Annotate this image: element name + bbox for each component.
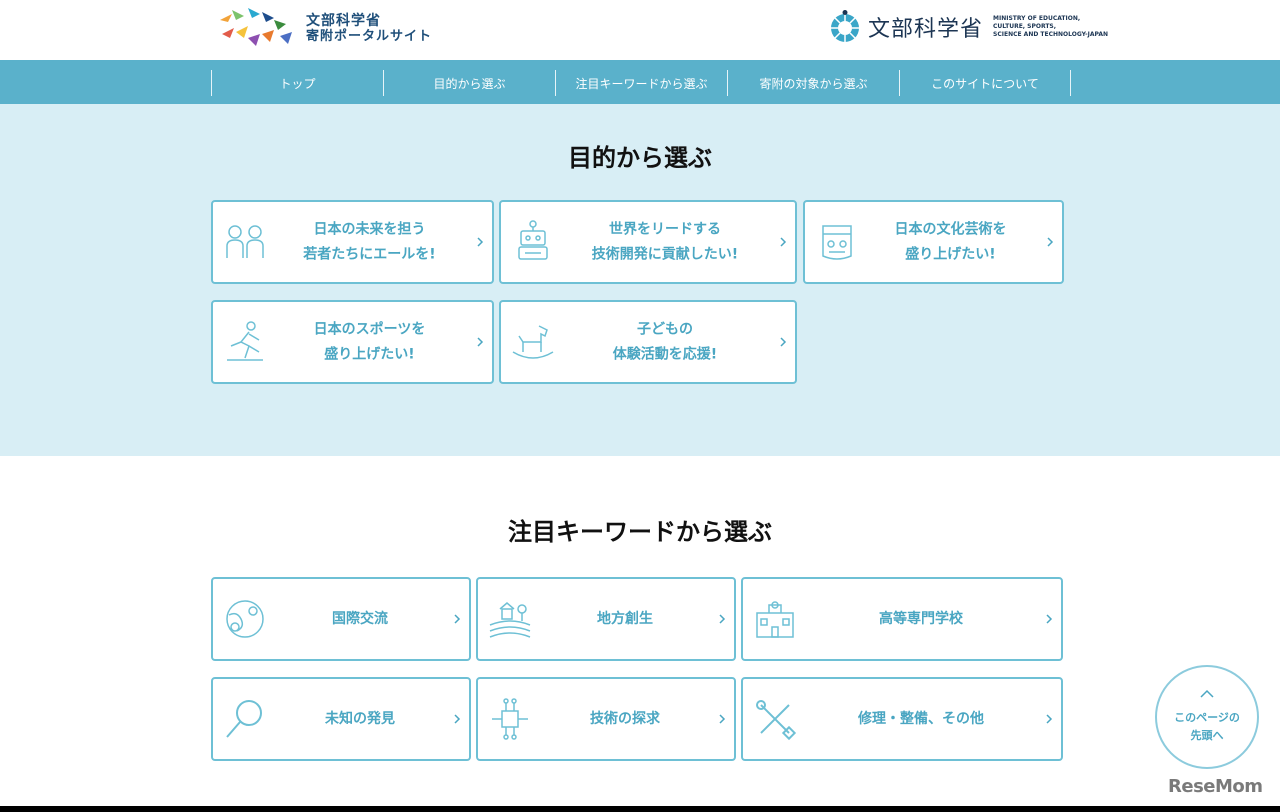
purpose-card-label: 日本のスポーツを 盛り上げたい! bbox=[269, 318, 470, 367]
purpose-card-technology[interactable]: 世界をリードする 技術開発に貢献したい! bbox=[499, 200, 797, 284]
purpose-card-line1: 日本の文化芸術を bbox=[894, 221, 1007, 238]
rocking-horse-icon bbox=[512, 325, 554, 359]
portal-logo-line2: 寄附ポータルサイト bbox=[306, 28, 433, 44]
keyword-card-discovery[interactable]: 未知の発見 bbox=[211, 677, 471, 761]
mext-logo-en-line1: MINISTRY OF EDUCATION, bbox=[993, 14, 1081, 22]
bottom-border bbox=[0, 806, 1280, 812]
robot-icon bbox=[518, 220, 548, 260]
purpose-card-line2: 技術開発に貢献したい! bbox=[591, 246, 739, 262]
back-to-top-line2: 先頭へ bbox=[1190, 729, 1224, 742]
portal-logo[interactable]: 文部科学省 寄附ポータルサイト bbox=[218, 6, 432, 52]
keyword-card-regional[interactable]: 地方創生 bbox=[476, 577, 736, 661]
nav-item-by-target[interactable]: 寄附の対象から選ぶ bbox=[727, 70, 899, 96]
chevron-right-icon bbox=[477, 337, 484, 347]
purpose-card-line2: 若者たちにエールを! bbox=[303, 246, 436, 262]
culture-icon bbox=[822, 225, 852, 260]
back-to-top-label: このページの 先頭へ bbox=[1174, 709, 1240, 744]
chevron-right-icon bbox=[1046, 614, 1053, 624]
mext-emblem-icon bbox=[831, 10, 859, 42]
mext-logo-en-line2: CULTURE, SPORTS, bbox=[993, 22, 1057, 30]
nav-item-about[interactable]: このサイトについて bbox=[899, 70, 1071, 96]
portal-logo-line1: 文部科学省 bbox=[306, 13, 381, 30]
mext-logo[interactable]: 文部科学省 MINISTRY OF EDUCATION, CULTURE, SP… bbox=[828, 10, 1108, 44]
purpose-card-culture[interactable]: 日本の文化芸術を 盛り上げたい! bbox=[803, 200, 1064, 284]
purpose-card-label: 世界をリードする 技術開発に貢献したい! bbox=[557, 218, 773, 267]
site-header: 文部科学省 寄附ポータルサイト 文部科学省 MINISTRY OF EDUCAT… bbox=[0, 0, 1280, 60]
chevron-right-icon bbox=[719, 614, 726, 624]
chip-icon bbox=[492, 698, 528, 740]
keyword-card-label: 修理・整備、その他 bbox=[858, 710, 984, 727]
countryside-icon bbox=[489, 602, 531, 638]
chevron-right-icon bbox=[454, 714, 461, 724]
mext-logo-en-line3: SCIENCE AND TECHNOLOGY-JAPAN bbox=[993, 31, 1108, 39]
nav-item-top[interactable]: トップ bbox=[211, 70, 383, 96]
chevron-up-icon bbox=[1200, 690, 1214, 698]
purpose-card-line2: 盛り上げたい! bbox=[324, 346, 415, 362]
nav-item-by-keyword[interactable]: 注目キーワードから選ぶ bbox=[555, 70, 727, 96]
keyword-card-label: 地方創生 bbox=[597, 610, 653, 627]
school-icon bbox=[756, 601, 794, 638]
chevron-right-icon bbox=[454, 614, 461, 624]
keyword-section-title: 注目キーワードから選ぶ bbox=[508, 518, 772, 546]
keyword-card-kosen[interactable]: 高等専門学校 bbox=[741, 577, 1063, 661]
purpose-card-line1: 子どもの bbox=[637, 321, 693, 338]
chevron-right-icon bbox=[1047, 237, 1054, 247]
keyword-card-label: 国際交流 bbox=[332, 610, 388, 627]
purpose-card-label: 日本の未来を担う 若者たちにエールを! bbox=[269, 218, 470, 267]
chevron-right-icon bbox=[477, 237, 484, 247]
keyword-card-label: 未知の発見 bbox=[325, 710, 395, 727]
people-icon bbox=[226, 225, 264, 258]
origami-cranes-icon bbox=[220, 8, 292, 46]
keyword-card-label: 高等専門学校 bbox=[879, 610, 963, 627]
magnifier-icon bbox=[226, 700, 262, 738]
purpose-card-children[interactable]: 子どもの 体験活動を応援! bbox=[499, 300, 797, 384]
purpose-card-youth[interactable]: 日本の未来を担う 若者たちにエールを! bbox=[211, 200, 494, 284]
tools-icon bbox=[756, 700, 797, 741]
chevron-right-icon bbox=[780, 237, 787, 247]
keyword-card-label: 技術の探求 bbox=[590, 710, 660, 727]
purpose-section-title: 目的から選ぶ bbox=[568, 144, 712, 172]
back-to-top-line1: このページの bbox=[1174, 711, 1240, 725]
purpose-card-label: 日本の文化芸術を 盛り上げたい! bbox=[861, 218, 1040, 267]
purpose-card-sports[interactable]: 日本のスポーツを 盛り上げたい! bbox=[211, 300, 494, 384]
chevron-right-icon bbox=[719, 714, 726, 724]
chevron-right-icon bbox=[1046, 714, 1053, 724]
purpose-card-line2: 体験活動を応援! bbox=[612, 346, 718, 362]
purpose-card-label: 子どもの 体験活動を応援! bbox=[557, 318, 773, 367]
runner-icon bbox=[227, 321, 263, 361]
purpose-card-line1: 日本の未来を担う bbox=[313, 221, 426, 238]
mext-logo-en: MINISTRY OF EDUCATION, CULTURE, SPORTS, … bbox=[993, 15, 1108, 39]
mext-logo-jp: 文部科学省 bbox=[868, 17, 984, 42]
keyword-card-international[interactable]: 国際交流 bbox=[211, 577, 471, 661]
purpose-card-line1: 日本のスポーツを bbox=[313, 321, 426, 338]
keyword-card-repair[interactable]: 修理・整備、その他 bbox=[741, 677, 1063, 761]
globe-people-icon bbox=[226, 600, 264, 638]
back-to-top-button[interactable]: このページの 先頭へ bbox=[1155, 665, 1259, 769]
chevron-right-icon bbox=[780, 337, 787, 347]
nav-item-by-purpose[interactable]: 目的から選ぶ bbox=[383, 70, 555, 96]
purpose-card-line2: 盛り上げたい! bbox=[905, 246, 996, 262]
purpose-section: 目的から選ぶ 日本の未来を担う 若者たちにエールを! 世界をリードする 技術開発… bbox=[0, 104, 1280, 456]
keyword-card-technology[interactable]: 技術の探求 bbox=[476, 677, 736, 761]
purpose-card-line1: 世界をリードする bbox=[609, 221, 721, 238]
watermark-logo: ReseMom bbox=[1168, 776, 1263, 797]
global-nav: トップ 目的から選ぶ 注目キーワードから選ぶ 寄附の対象から選ぶ このサイトにつ… bbox=[0, 60, 1280, 104]
